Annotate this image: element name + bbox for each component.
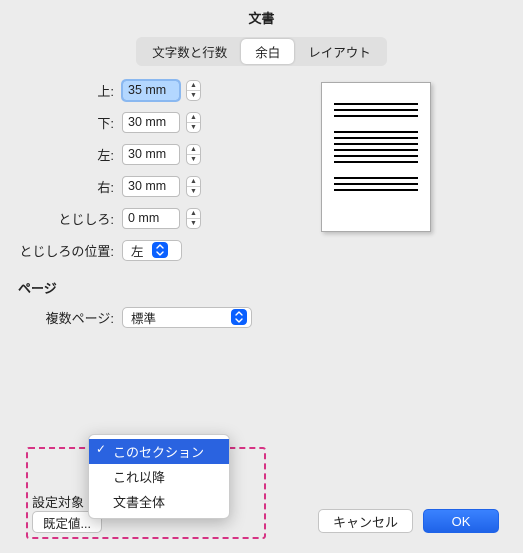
stepper-bottom[interactable]: ▲ ▼ <box>186 112 201 133</box>
label-left: 左: <box>18 145 122 164</box>
label-top: 上: <box>18 81 122 100</box>
tab-bar: 文字数と行数 余白 レイアウト <box>0 37 523 66</box>
chevron-down-icon[interactable]: ▼ <box>187 219 200 228</box>
select-gutter-pos[interactable]: 左 <box>122 240 182 261</box>
select-gutter-pos-value: 左 <box>131 241 144 260</box>
tab-chars[interactable]: 文字数と行数 <box>138 39 241 64</box>
popup-item-from-here[interactable]: これ以降 <box>89 464 229 489</box>
select-multi-page[interactable]: 標準 <box>122 307 252 328</box>
input-bottom[interactable]: 30 mm <box>122 112 180 133</box>
chevron-down-icon[interactable]: ▼ <box>187 187 200 196</box>
stepper-left[interactable]: ▲ ▼ <box>186 144 201 165</box>
cancel-button[interactable]: キャンセル <box>318 509 413 533</box>
chevron-down-icon[interactable]: ▼ <box>187 123 200 132</box>
label-gutter: とじしろ: <box>18 209 122 228</box>
chevron-up-icon[interactable]: ▲ <box>187 177 200 187</box>
select-multi-page-value: 標準 <box>131 308 156 327</box>
tab-segmented: 文字数と行数 余白 レイアウト <box>136 37 387 66</box>
chevron-up-icon[interactable]: ▲ <box>187 81 200 91</box>
label-bottom: 下: <box>18 113 122 132</box>
dialog-title: 文書 <box>0 0 523 37</box>
page-preview <box>321 82 431 232</box>
tab-layout[interactable]: レイアウト <box>294 39 385 64</box>
label-multi-page: 複数ページ: <box>18 308 122 327</box>
ok-button[interactable]: OK <box>423 509 499 533</box>
popup-item-whole-doc[interactable]: 文書全体 <box>89 489 229 514</box>
tab-margins[interactable]: 余白 <box>241 39 294 64</box>
apply-to-popup: このセクション これ以降 文書全体 <box>88 434 230 519</box>
stepper-gutter[interactable]: ▲ ▼ <box>186 208 201 229</box>
section-pages: ページ <box>18 278 505 297</box>
popup-item-this-section[interactable]: このセクション <box>89 439 229 464</box>
label-apply-to: 設定対象 <box>32 492 84 511</box>
label-right: 右: <box>18 177 122 196</box>
input-gutter[interactable]: 0 mm <box>122 208 180 229</box>
chevron-up-icon[interactable]: ▲ <box>187 113 200 123</box>
chevron-down-icon[interactable]: ▼ <box>187 155 200 164</box>
label-gutter-pos: とじしろの位置: <box>18 241 122 260</box>
chevron-down-icon[interactable]: ▼ <box>187 91 200 100</box>
select-arrows-icon <box>152 242 168 258</box>
input-left[interactable]: 30 mm <box>122 144 180 165</box>
chevron-up-icon[interactable]: ▲ <box>187 209 200 219</box>
chevron-up-icon[interactable]: ▲ <box>187 145 200 155</box>
input-right[interactable]: 30 mm <box>122 176 180 197</box>
content-area: 上: 35 mm ▲ ▼ 下: 30 mm ▲ ▼ 左: <box>0 78 523 329</box>
document-dialog: 文書 文字数と行数 余白 レイアウト 上: 35 mm ▲ ▼ 下: <box>0 0 523 553</box>
stepper-right[interactable]: ▲ ▼ <box>186 176 201 197</box>
select-arrows-icon <box>231 309 247 325</box>
input-top[interactable]: 35 mm <box>122 80 180 101</box>
stepper-top[interactable]: ▲ ▼ <box>186 80 201 101</box>
